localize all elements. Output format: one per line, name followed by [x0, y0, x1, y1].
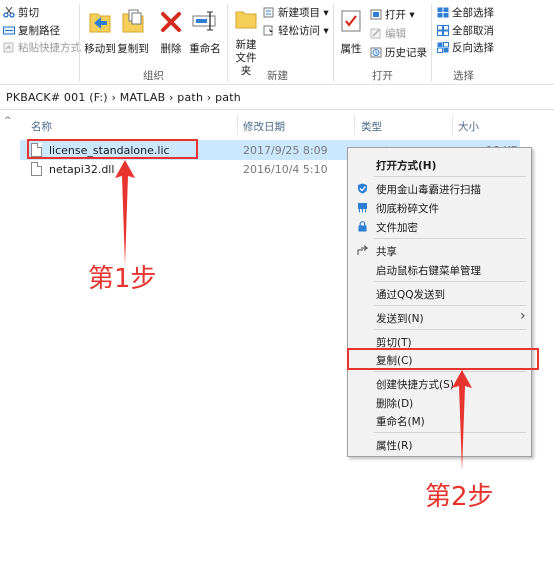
- lock-icon: [357, 221, 368, 232]
- select-group-label: 选择: [453, 70, 474, 82]
- ribbon-separator: [227, 4, 228, 82]
- step2-label: 第2步: [425, 482, 494, 512]
- highlight-box-copy: [347, 348, 539, 370]
- invert-selection-button[interactable]: 反向选择: [437, 41, 494, 55]
- history-icon: [370, 47, 382, 58]
- copy-to-icon: [117, 6, 149, 40]
- cut-button[interactable]: 剪切: [3, 6, 39, 20]
- shield-icon: [357, 183, 368, 194]
- file-name: netapi32.dll: [49, 163, 115, 176]
- menu-separator: [374, 281, 526, 282]
- menu-separator: [374, 305, 526, 306]
- new-folder-icon: [231, 6, 261, 36]
- copy-path-button[interactable]: 复制路径: [3, 24, 60, 38]
- column-name[interactable]: 名称: [31, 119, 52, 134]
- column-size[interactable]: 大小: [458, 119, 479, 134]
- context-menu: 打开方式(H) 使用金山毒霸进行扫描 彻底粉碎文件 文件加密 共享 启动鼠标右键…: [347, 147, 532, 457]
- select-none-icon: [437, 25, 449, 36]
- column-type[interactable]: 类型: [361, 119, 382, 134]
- column-divider[interactable]: [452, 115, 453, 135]
- properties-check-icon: [337, 6, 365, 40]
- menu-item-properties[interactable]: 属性(R): [376, 438, 413, 453]
- chevron-down-icon: ▾: [409, 9, 415, 21]
- menu-separator: [374, 329, 526, 330]
- share-icon: [357, 245, 369, 256]
- menu-item-mouse-menu[interactable]: 启动鼠标右键菜单管理: [376, 263, 481, 278]
- delete-x-icon: [158, 6, 184, 40]
- invert-selection-icon: [437, 42, 449, 53]
- column-header: 名称 修改日期 类型 大小: [0, 112, 554, 136]
- select-all-button[interactable]: 全部选择: [437, 6, 494, 20]
- new-group-label: 新建: [267, 70, 288, 82]
- rename-icon: [188, 6, 222, 40]
- move-to-button[interactable]: 移动到: [84, 6, 116, 56]
- menu-item-qq[interactable]: 通过QQ发送到: [376, 287, 445, 302]
- menu-separator: [374, 176, 526, 177]
- delete-button[interactable]: 删除: [158, 6, 184, 56]
- column-divider[interactable]: [237, 115, 238, 135]
- open-group-label: 打开: [372, 70, 393, 82]
- breadcrumb[interactable]: PKBACK# 001 (F:) › MATLAB › path › path: [6, 91, 241, 104]
- paste-shortcut-icon: [3, 42, 15, 53]
- chevron-right-icon: ›: [520, 308, 526, 324]
- select-all-icon: [437, 7, 449, 18]
- edit-icon: [370, 28, 382, 39]
- step1-label: 第1步: [88, 264, 157, 294]
- menu-item-scan[interactable]: 使用金山毒霸进行扫描: [376, 182, 481, 197]
- move-to-icon: [84, 6, 116, 40]
- edit-button[interactable]: 编辑: [370, 27, 406, 41]
- shredder-icon: [357, 202, 368, 213]
- chevron-down-icon: ▾: [323, 25, 329, 37]
- menu-item-create-shortcut[interactable]: 创建快捷方式(S): [376, 377, 454, 392]
- dll-file-icon: [31, 162, 42, 176]
- chevron-down-icon: ▾: [323, 7, 329, 19]
- new-folder-button[interactable]: 新建 文件夹: [231, 6, 261, 78]
- menu-item-encrypt[interactable]: 文件加密: [376, 220, 418, 235]
- ribbon-separator: [431, 4, 432, 82]
- highlight-box-file: [27, 139, 198, 159]
- history-button[interactable]: 历史记录: [370, 46, 427, 60]
- ribbon-separator: [333, 4, 334, 82]
- properties-button[interactable]: 属性: [337, 6, 365, 56]
- new-item-button[interactable]: 新建项目 ▾: [263, 6, 329, 20]
- easy-access-button[interactable]: 轻松访问 ▾: [263, 24, 329, 38]
- copy-to-button[interactable]: 复制到: [117, 6, 149, 56]
- organize-group-label: 组织: [143, 70, 164, 82]
- scissors-icon: [3, 6, 15, 18]
- rename-button[interactable]: 重命名: [188, 6, 222, 56]
- menu-item-share[interactable]: 共享: [376, 244, 397, 259]
- ribbon: 剪切 复制路径 粘贴快捷方式 移动到 复制到 删除 重命名 组织 新建 文件夹 …: [0, 0, 554, 85]
- column-modified[interactable]: 修改日期: [243, 119, 285, 134]
- address-bar[interactable]: PKBACK# 001 (F:) › MATLAB › path › path: [0, 86, 554, 110]
- copy-path-icon: [3, 25, 15, 36]
- file-modified: 2017/9/25 8:09: [243, 144, 328, 157]
- open-button[interactable]: 打开 ▾: [370, 8, 415, 22]
- menu-item-rename[interactable]: 重命名(M): [376, 414, 425, 429]
- easy-access-icon: [263, 25, 275, 36]
- open-icon: [370, 9, 382, 20]
- new-item-icon: [263, 7, 275, 18]
- annotation-arrow-step2: [452, 370, 472, 471]
- column-divider[interactable]: [354, 115, 355, 135]
- menu-item-delete[interactable]: 删除(D): [376, 396, 413, 411]
- menu-item-shred[interactable]: 彻底粉碎文件: [376, 201, 439, 216]
- menu-item-open-with[interactable]: 打开方式(H): [376, 158, 436, 173]
- select-none-button[interactable]: 全部取消: [437, 24, 494, 38]
- paste-shortcut-button[interactable]: 粘贴快捷方式: [3, 41, 81, 55]
- annotation-arrow-step1: [115, 160, 135, 266]
- menu-item-send-to[interactable]: 发送到(N): [376, 311, 424, 326]
- menu-separator: [374, 238, 526, 239]
- file-modified: 2016/10/4 5:10: [243, 163, 328, 176]
- ribbon-separator: [79, 4, 80, 82]
